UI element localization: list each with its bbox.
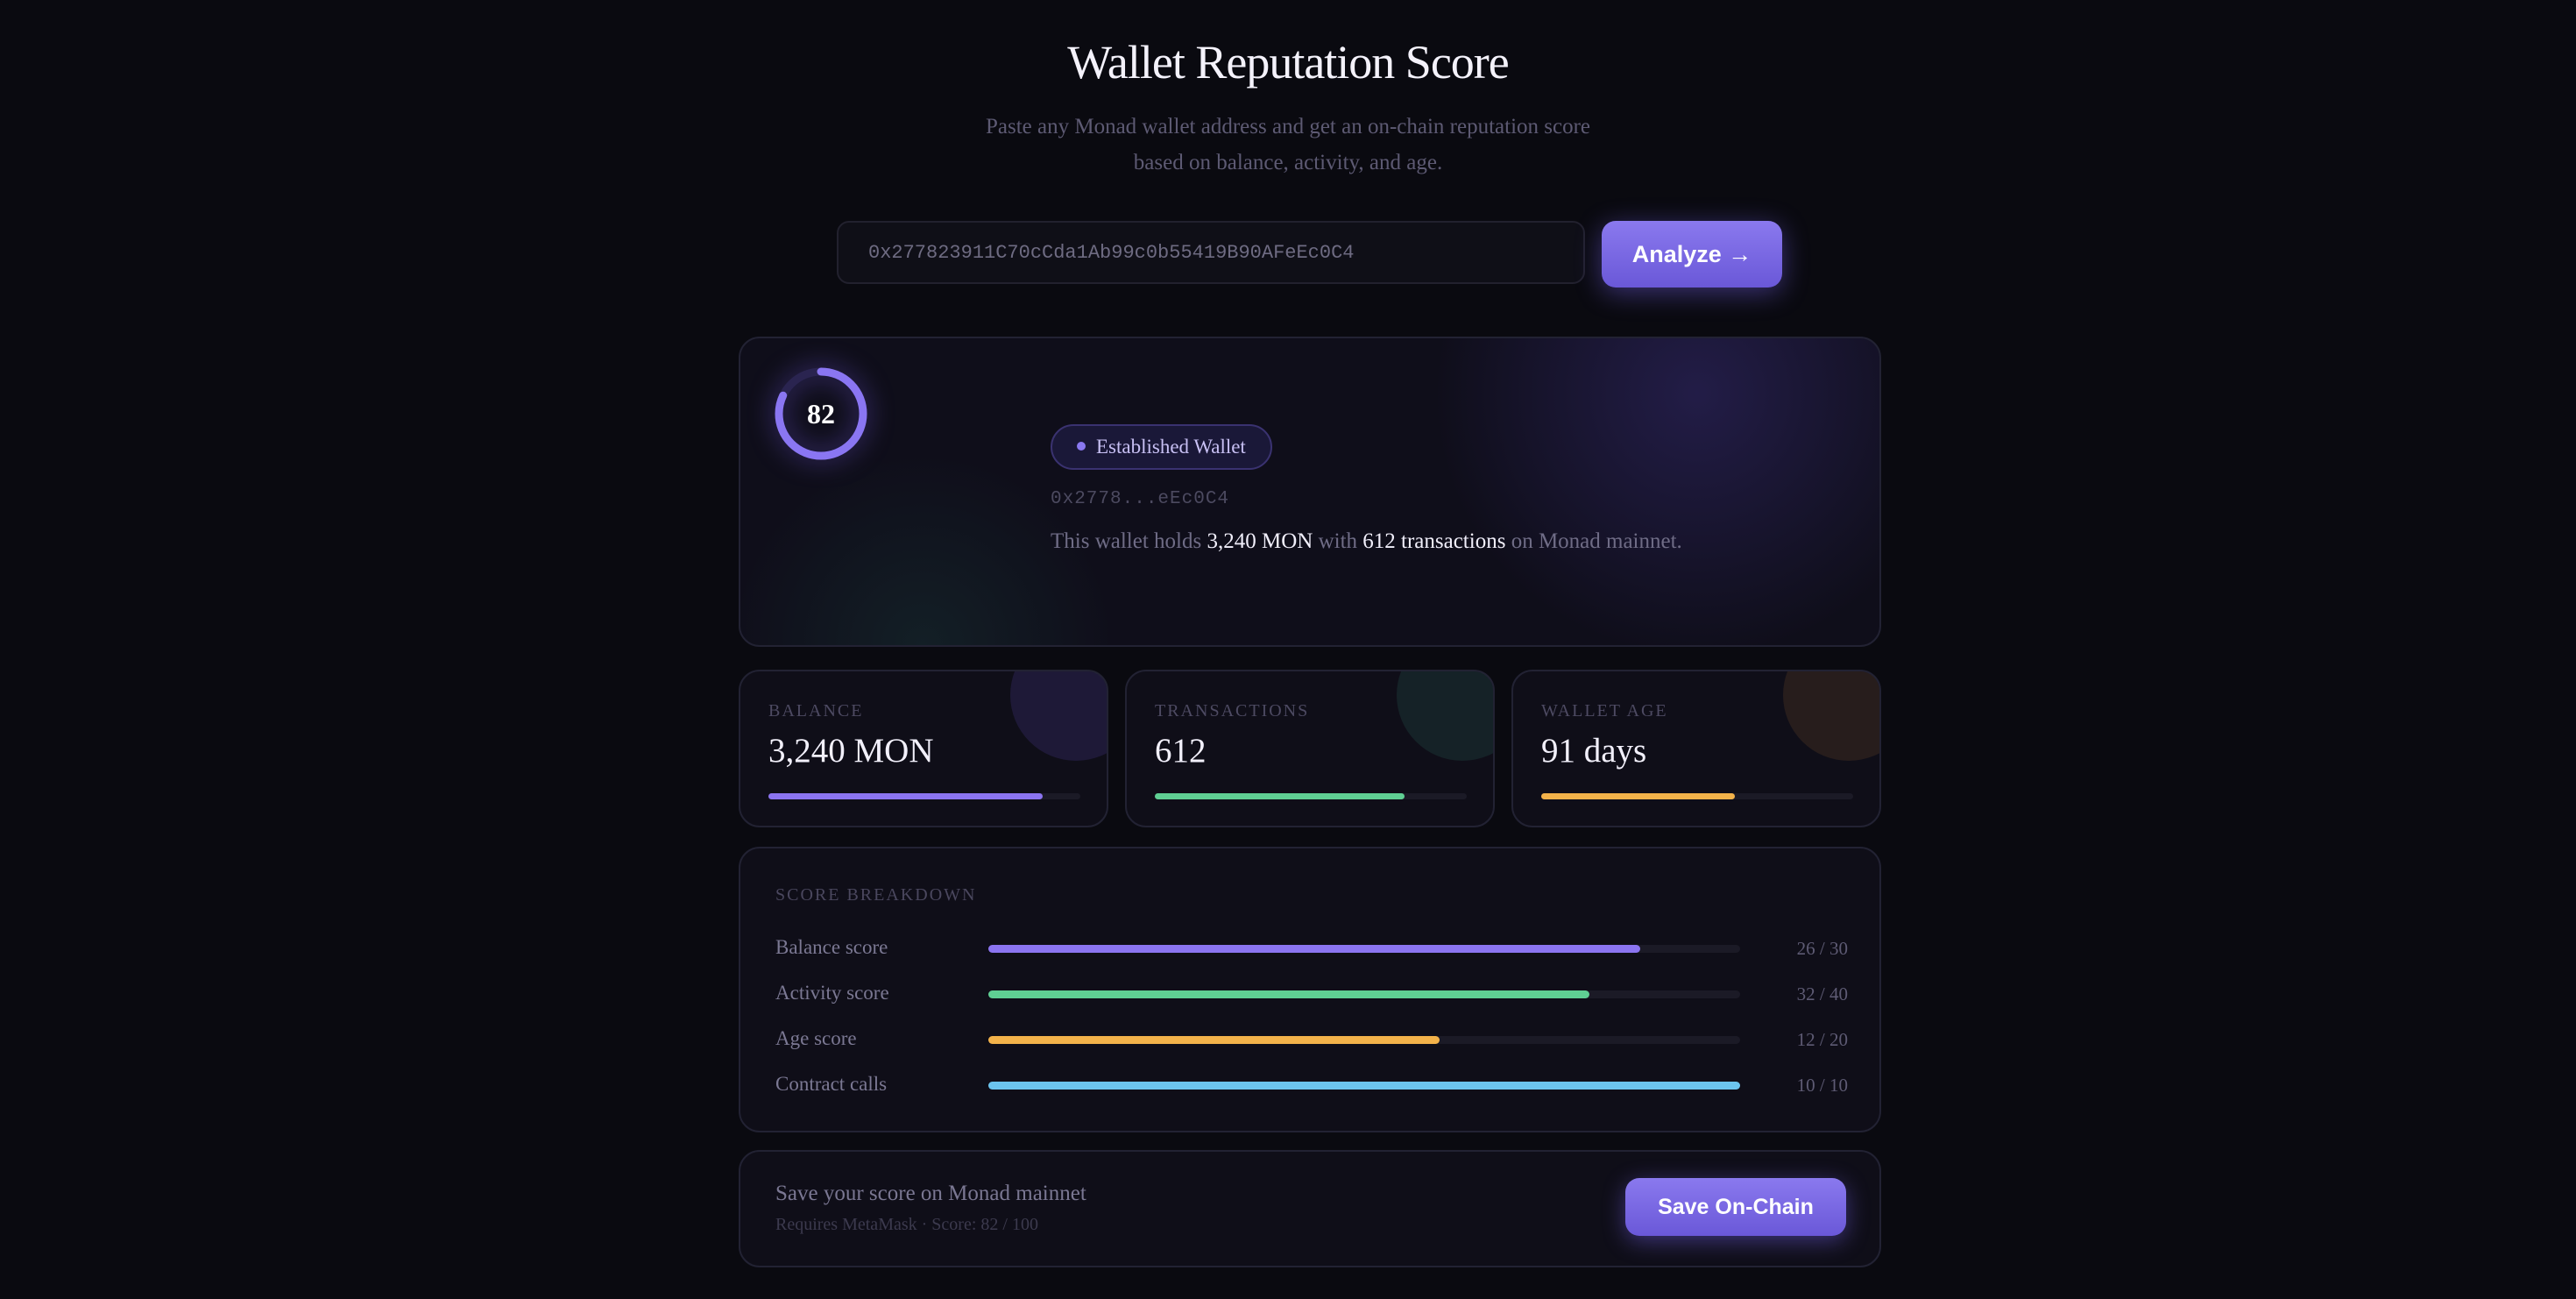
breakdown-label: Balance score [775, 936, 888, 958]
stat-decoration [1397, 671, 1493, 761]
stat-card-balance: BALANCE 3,240 MON [739, 670, 1108, 827]
breakdown-row-balance: Balance score 26 / 30 [775, 936, 1848, 962]
stat-value: 3,240 MON [768, 732, 934, 770]
stat-decoration [1010, 671, 1107, 761]
breakdown-score: 12 / 20 [1796, 1029, 1848, 1050]
stat-progress-fill [1541, 793, 1735, 799]
breakdown-track [988, 1036, 1740, 1044]
stat-progress-fill [768, 793, 1044, 799]
stat-label: TRANSACTIONS [1155, 701, 1310, 720]
score-breakdown-card: SCORE BREAKDOWN Balance score 26 / 30 Ac… [739, 847, 1881, 1132]
save-subtitle: Requires MetaMask · Score: 82 / 100 [775, 1215, 1038, 1234]
page-title: Wallet Reputation Score [1067, 36, 1510, 89]
summary-middle: with [1313, 529, 1363, 553]
breakdown-track [988, 1082, 1740, 1090]
stat-value: 91 days [1541, 732, 1647, 770]
stat-label: BALANCE [768, 701, 864, 720]
breakdown-fill [988, 990, 1590, 998]
badge-dot-icon [1077, 442, 1086, 451]
stat-progress-fill [1155, 793, 1405, 799]
summary-transactions: 612 transactions [1362, 529, 1506, 553]
stat-progress-track [1155, 793, 1467, 799]
status-badge: Established Wallet [1051, 424, 1272, 470]
breakdown-fill [988, 945, 1640, 953]
stat-decoration [1783, 671, 1879, 761]
save-onchain-card: Save your score on Monad mainnet Require… [739, 1150, 1881, 1267]
analyze-button[interactable]: Analyze → [1602, 221, 1782, 287]
breakdown-score: 26 / 30 [1796, 938, 1848, 959]
breakdown-score: 10 / 10 [1796, 1075, 1848, 1096]
page-subtitle: Paste any Monad wallet address and get a… [985, 115, 1591, 174]
breakdown-track [988, 990, 1740, 998]
wallet-address-input[interactable] [837, 221, 1585, 284]
score-card: 82 Established Wallet 0x2778...eEc0C4 Th… [739, 337, 1881, 647]
summary-suffix: on Monad mainnet. [1505, 529, 1682, 553]
summary-balance: 3,240 MON [1207, 529, 1313, 553]
save-onchain-button[interactable]: Save On-Chain [1625, 1178, 1846, 1236]
breakdown-row-activity: Activity score 32 / 40 [775, 982, 1848, 1008]
stat-label: WALLET AGE [1541, 701, 1668, 720]
score-value: 82 [807, 398, 835, 429]
wallet-summary: This wallet holds 3,240 MON with 612 tra… [1051, 529, 1682, 554]
stat-progress-track [768, 793, 1080, 799]
breakdown-label: Contract calls [775, 1073, 888, 1095]
breakdown-label: Activity score [775, 982, 889, 1004]
status-badge-label: Established Wallet [1096, 436, 1246, 458]
stat-card-transactions: TRANSACTIONS 612 [1125, 670, 1495, 827]
breakdown-label: Age score [775, 1027, 857, 1049]
stat-card-wallet-age: WALLET AGE 91 days [1511, 670, 1881, 827]
breakdown-fill [988, 1036, 1440, 1044]
short-address: 0x2778...eEc0C4 [1051, 489, 1230, 509]
breakdown-row-age: Age score 12 / 20 [775, 1027, 1848, 1054]
summary-prefix: This wallet holds [1051, 529, 1207, 553]
breakdown-track [988, 945, 1740, 953]
stat-value: 612 [1155, 732, 1207, 770]
breakdown-row-contract-calls: Contract calls 10 / 10 [775, 1073, 1848, 1099]
breakdown-fill [988, 1082, 1740, 1090]
stat-progress-track [1541, 793, 1853, 799]
breakdown-title: SCORE BREAKDOWN [775, 885, 977, 905]
breakdown-score: 32 / 40 [1796, 983, 1848, 1004]
save-title: Save your score on Monad mainnet [775, 1182, 1086, 1205]
